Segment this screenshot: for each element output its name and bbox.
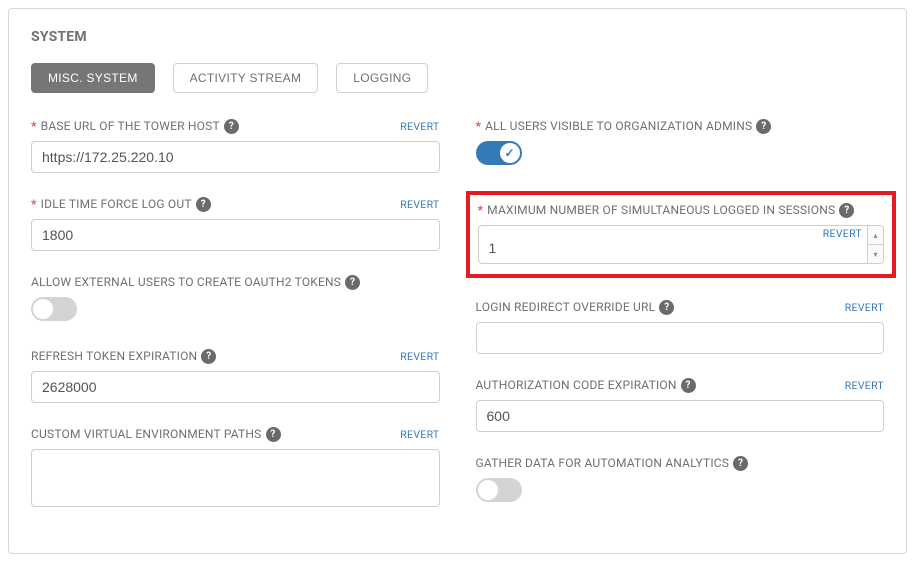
input-idle-timeout[interactable] bbox=[31, 219, 440, 251]
field-all-users-visible: * ALL USERS VISIBLE TO ORGANIZATION ADMI… bbox=[476, 117, 885, 169]
help-icon[interactable]: ? bbox=[345, 275, 360, 290]
required-marker: * bbox=[478, 203, 484, 217]
revert-refresh-token[interactable]: REVERT bbox=[400, 350, 439, 363]
label-idle-timeout: IDLE TIME FORCE LOG OUT bbox=[41, 197, 192, 211]
label-oauth2-tokens: ALLOW EXTERNAL USERS TO CREATE OAUTH2 TO… bbox=[31, 275, 341, 289]
help-icon[interactable]: ? bbox=[839, 203, 854, 218]
toggle-all-users-visible[interactable]: ✓ bbox=[476, 141, 522, 165]
label-all-users-visible: ALL USERS VISIBLE TO ORGANIZATION ADMINS bbox=[485, 119, 752, 133]
input-refresh-token[interactable] bbox=[31, 371, 440, 403]
label-gather-data: GATHER DATA FOR AUTOMATION ANALYTICS bbox=[476, 456, 730, 470]
spinner-up-icon[interactable]: ▴ bbox=[868, 226, 883, 245]
revert-login-redirect[interactable]: REVERT bbox=[845, 301, 884, 314]
help-icon[interactable]: ? bbox=[733, 456, 748, 471]
revert-idle-timeout[interactable]: REVERT bbox=[400, 198, 439, 211]
panel-title: SYSTEM bbox=[31, 29, 884, 45]
settings-tabs: MISC. SYSTEM ACTIVITY STREAM LOGGING bbox=[31, 63, 884, 93]
toggle-oauth2-tokens[interactable] bbox=[31, 297, 77, 321]
required-marker: * bbox=[31, 197, 37, 211]
help-icon[interactable]: ? bbox=[681, 378, 696, 393]
field-auth-code: AUTHORIZATION CODE EXPIRATION ? REVERT bbox=[476, 376, 885, 432]
field-base-url: * BASE URL OF THE TOWER HOST ? REVERT bbox=[31, 117, 440, 173]
revert-custom-venv[interactable]: REVERT bbox=[400, 428, 439, 441]
tab-activity-stream[interactable]: ACTIVITY STREAM bbox=[173, 63, 319, 93]
revert-base-url[interactable]: REVERT bbox=[400, 120, 439, 133]
highlight-max-sessions: * MAXIMUM NUMBER OF SIMULTANEOUS LOGGED … bbox=[466, 191, 897, 278]
help-icon[interactable]: ? bbox=[756, 119, 771, 134]
right-column: * ALL USERS VISIBLE TO ORGANIZATION ADMI… bbox=[476, 117, 885, 533]
input-auth-code[interactable] bbox=[476, 400, 885, 432]
label-login-redirect: LOGIN REDIRECT OVERRIDE URL bbox=[476, 300, 656, 314]
input-login-redirect[interactable] bbox=[476, 322, 885, 354]
field-refresh-token: REFRESH TOKEN EXPIRATION ? REVERT bbox=[31, 347, 440, 403]
help-icon[interactable]: ? bbox=[266, 427, 281, 442]
field-idle-timeout: * IDLE TIME FORCE LOG OUT ? REVERT bbox=[31, 195, 440, 251]
label-refresh-token: REFRESH TOKEN EXPIRATION bbox=[31, 349, 197, 363]
help-icon[interactable]: ? bbox=[659, 300, 674, 315]
spinner-down-icon[interactable]: ▾ bbox=[868, 245, 883, 263]
number-spinners: ▴ ▾ bbox=[867, 226, 883, 263]
field-login-redirect: LOGIN REDIRECT OVERRIDE URL ? REVERT bbox=[476, 298, 885, 354]
left-column: * BASE URL OF THE TOWER HOST ? REVERT * … bbox=[31, 117, 440, 533]
toggle-gather-data[interactable] bbox=[476, 478, 522, 502]
required-marker: * bbox=[476, 119, 482, 133]
input-custom-venv[interactable] bbox=[31, 449, 440, 507]
label-max-sessions: MAXIMUM NUMBER OF SIMULTANEOUS LOGGED IN… bbox=[487, 203, 835, 217]
field-gather-data: GATHER DATA FOR AUTOMATION ANALYTICS ? bbox=[476, 454, 885, 506]
revert-max-sessions[interactable]: REVERT bbox=[823, 227, 862, 240]
label-custom-venv: CUSTOM VIRTUAL ENVIRONMENT PATHS bbox=[31, 427, 262, 441]
system-settings-panel: SYSTEM MISC. SYSTEM ACTIVITY STREAM LOGG… bbox=[8, 8, 907, 554]
label-base-url: BASE URL OF THE TOWER HOST bbox=[41, 119, 220, 133]
help-icon[interactable]: ? bbox=[224, 119, 239, 134]
field-custom-venv: CUSTOM VIRTUAL ENVIRONMENT PATHS ? REVER… bbox=[31, 425, 440, 511]
check-icon: ✓ bbox=[504, 146, 514, 160]
revert-auth-code[interactable]: REVERT bbox=[845, 379, 884, 392]
tab-misc-system[interactable]: MISC. SYSTEM bbox=[31, 63, 155, 93]
help-icon[interactable]: ? bbox=[201, 349, 216, 364]
field-oauth2-tokens: ALLOW EXTERNAL USERS TO CREATE OAUTH2 TO… bbox=[31, 273, 440, 325]
input-base-url[interactable] bbox=[31, 141, 440, 173]
tab-logging[interactable]: LOGGING bbox=[336, 63, 428, 93]
label-auth-code: AUTHORIZATION CODE EXPIRATION bbox=[476, 378, 677, 392]
required-marker: * bbox=[31, 119, 37, 133]
help-icon[interactable]: ? bbox=[196, 197, 211, 212]
field-max-sessions: * MAXIMUM NUMBER OF SIMULTANEOUS LOGGED … bbox=[478, 201, 885, 264]
